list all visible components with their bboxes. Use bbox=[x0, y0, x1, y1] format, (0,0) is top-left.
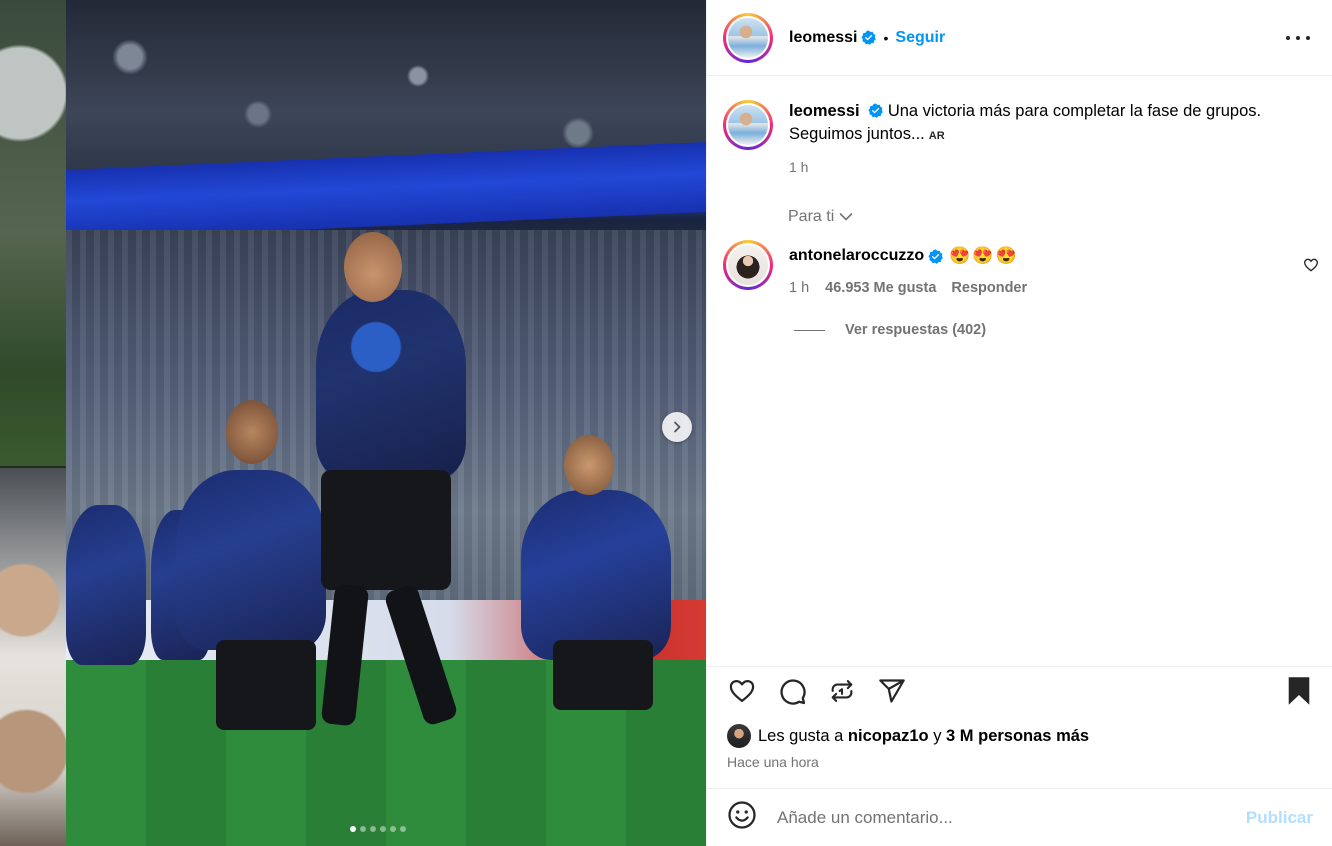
post-photo bbox=[66, 0, 706, 846]
carousel-dot bbox=[360, 826, 366, 832]
carousel-indicator bbox=[350, 826, 406, 832]
liked-by-others[interactable]: 3 M personas más bbox=[946, 727, 1089, 746]
photo-player-main bbox=[316, 290, 466, 480]
commenter-username[interactable]: antonelaroccuzzo bbox=[789, 247, 924, 265]
view-replies-button[interactable]: Ver respuestas (402) bbox=[794, 322, 986, 338]
post-timestamp[interactable]: Hace una hora bbox=[727, 754, 819, 770]
carousel-dot bbox=[380, 826, 386, 832]
liked-by-prefix: Les gusta a bbox=[758, 726, 844, 745]
verified-badge-icon bbox=[928, 248, 943, 264]
caption-text-line1: Una victoria más para completar la fase … bbox=[887, 102, 1262, 120]
caption-author-avatar[interactable] bbox=[723, 100, 773, 150]
verified-badge-icon bbox=[868, 103, 884, 118]
author-avatar[interactable] bbox=[723, 12, 773, 63]
verified-badge-icon bbox=[861, 30, 877, 45]
view-replies-label: Ver respuestas (402) bbox=[845, 322, 987, 338]
more-dot-icon bbox=[1296, 36, 1300, 40]
emoji-picker-icon[interactable] bbox=[727, 800, 757, 835]
caption-timestamp[interactable]: 1 h bbox=[789, 156, 1261, 179]
photo-player-left-shorts bbox=[216, 640, 316, 730]
comment-composer: Publicar bbox=[707, 788, 1332, 846]
replies-divider bbox=[794, 329, 825, 331]
comment-text: 😍😍😍 bbox=[949, 246, 1019, 265]
liked-by-summary: Les gusta a nicopaz1o y 3 M personas más bbox=[727, 724, 1089, 748]
author-username[interactable]: leomessi bbox=[789, 29, 857, 47]
chevron-right-icon bbox=[674, 421, 681, 433]
save-bookmark-icon[interactable] bbox=[1285, 675, 1313, 712]
follow-button[interactable]: Seguir bbox=[895, 29, 945, 47]
comment-sort-dropdown[interactable]: Para ti bbox=[788, 208, 853, 226]
chevron-down-icon bbox=[839, 213, 853, 221]
carousel-dot bbox=[390, 826, 396, 832]
liked-by-conjunction: y bbox=[933, 726, 942, 745]
reply-button[interactable]: Responder bbox=[951, 280, 1027, 296]
publish-button[interactable]: Publicar bbox=[1246, 808, 1313, 828]
language-tag: AR bbox=[928, 130, 945, 142]
share-paper-plane-icon[interactable] bbox=[877, 677, 907, 710]
liked-by-user[interactable]: nicopaz1o bbox=[848, 727, 929, 746]
separator-bullet: • bbox=[883, 29, 889, 46]
commenter-avatar[interactable] bbox=[723, 240, 773, 290]
comment-item: antonelaroccuzzo 😍😍😍 1 h 46.953 Me gusta… bbox=[723, 240, 1319, 296]
post-caption: leomessi Una victoria más para completar… bbox=[723, 100, 1313, 179]
comment-bubble-icon[interactable] bbox=[778, 677, 807, 711]
post-actions-bar bbox=[707, 666, 1332, 714]
photo-player-far-left bbox=[66, 505, 146, 665]
background-image-bottom bbox=[0, 468, 66, 846]
photo-player-main-head bbox=[344, 232, 402, 302]
like-heart-icon[interactable] bbox=[727, 677, 757, 710]
photo-player-left bbox=[176, 470, 326, 650]
liker-avatar[interactable] bbox=[727, 724, 751, 748]
more-dot-icon bbox=[1286, 36, 1290, 40]
repost-icon[interactable] bbox=[828, 677, 856, 710]
comment-sort-label: Para ti bbox=[788, 208, 835, 225]
photo-player-right bbox=[521, 490, 671, 660]
background-feed bbox=[0, 0, 66, 846]
comment-timestamp[interactable]: 1 h bbox=[789, 280, 809, 296]
caption-text-line2: Seguimos juntos... bbox=[789, 125, 925, 143]
comment-likes-count[interactable]: 46.953 Me gusta bbox=[825, 280, 936, 296]
more-dot-icon bbox=[1306, 36, 1310, 40]
post-detail-panel: leomessi • Seguir leomessi Una victoria … bbox=[706, 0, 1332, 846]
comment-input[interactable] bbox=[777, 807, 1246, 828]
photo-player-right-head bbox=[564, 435, 614, 495]
carousel-dot bbox=[400, 826, 406, 832]
carousel-dot bbox=[350, 826, 356, 832]
like-comment-heart-icon[interactable] bbox=[1303, 257, 1319, 278]
next-image-button[interactable] bbox=[662, 412, 692, 442]
photo-player-left-head bbox=[226, 400, 278, 464]
more-options-button[interactable] bbox=[1286, 28, 1310, 48]
post-header: leomessi • Seguir bbox=[707, 0, 1332, 76]
photo-player-right-shorts bbox=[553, 640, 653, 710]
background-image-top bbox=[0, 0, 66, 466]
photo-player-main-shorts bbox=[321, 470, 451, 590]
caption-author-username[interactable]: leomessi bbox=[789, 102, 860, 120]
carousel-dot bbox=[370, 826, 376, 832]
